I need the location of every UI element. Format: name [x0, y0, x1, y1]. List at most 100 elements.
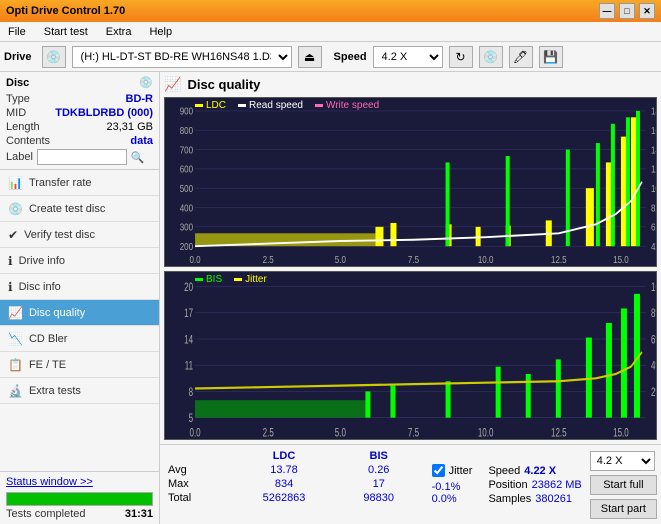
read-speed-legend-label: Read speed — [249, 100, 303, 111]
eject-button[interactable]: ⏏ — [298, 46, 322, 68]
start-part-button[interactable]: Start part — [590, 499, 657, 519]
legend-bis: BIS — [195, 274, 222, 285]
jitter-check-row: Jitter — [432, 464, 473, 477]
svg-text:300: 300 — [180, 222, 193, 233]
panel-icon: 📈 — [164, 76, 181, 93]
jitter-check-label: Jitter — [449, 465, 473, 477]
panel-header: 📈 Disc quality — [164, 76, 657, 93]
svg-text:800: 800 — [180, 125, 193, 136]
window-controls: — □ ✕ — [599, 3, 655, 19]
max-label: Max — [164, 477, 230, 491]
disc-panel: Disc 💿 Type BD-R MID TDKBLDRBD (000) Len… — [0, 72, 159, 170]
svg-text:8: 8 — [189, 386, 194, 399]
minimize-button[interactable]: — — [599, 3, 615, 19]
start-full-button[interactable]: Start full — [590, 475, 657, 495]
nav-drive-info-label: Drive info — [19, 255, 65, 267]
save-button[interactable]: 💾 — [539, 46, 563, 68]
svg-text:17: 17 — [184, 307, 193, 320]
refresh-button[interactable]: ↻ — [449, 46, 473, 68]
jitter-max: 0.0% — [432, 493, 473, 505]
legend-write-speed: Write speed — [315, 100, 379, 111]
svg-text:10%: 10% — [651, 281, 656, 294]
disc-label-icon[interactable]: 🔍 — [131, 151, 145, 164]
menu-file[interactable]: File — [4, 24, 30, 40]
drive-select[interactable]: (H:) HL-DT-ST BD-RE WH16NS48 1.D3 — [72, 46, 292, 68]
drive-btn2[interactable]: 💿 — [479, 46, 503, 68]
svg-text:400: 400 — [180, 202, 193, 213]
svg-text:16X: 16X — [651, 125, 656, 136]
avg-ldc: 13.78 — [230, 463, 338, 477]
nav-verify-test-disc-label: Verify test disc — [24, 229, 95, 241]
nav-items: 📊 Transfer rate 💿 Create test disc ✔ Ver… — [0, 170, 159, 471]
nav-cd-bler-label: CD Bler — [29, 333, 68, 345]
max-ldc: 834 — [230, 477, 338, 491]
disc-mid-label: MID — [6, 107, 26, 119]
svg-text:5.0: 5.0 — [335, 254, 346, 265]
menu-start-test[interactable]: Start test — [40, 24, 92, 40]
drive-icon: 💿 — [42, 46, 66, 68]
nav-create-test-disc-label: Create test disc — [29, 203, 105, 215]
stats-table: LDC BIS Avg 13.78 0.26 Max 834 — [164, 449, 420, 520]
stats-avg-row: Avg 13.78 0.26 — [164, 463, 420, 477]
top-chart-svg: 900 800 700 600 500 400 300 200 18X 16X … — [165, 98, 656, 266]
svg-text:14X: 14X — [651, 144, 656, 155]
disc-type-label: Type — [6, 93, 30, 105]
max-bis: 17 — [338, 477, 420, 491]
svg-text:2.5: 2.5 — [263, 254, 274, 265]
nav-create-test-disc[interactable]: 💿 Create test disc — [0, 196, 159, 222]
nav-disc-info-label: Disc info — [19, 281, 61, 293]
svg-text:5: 5 — [189, 412, 194, 425]
avg-bis: 0.26 — [338, 463, 420, 477]
bis-legend-label: BIS — [206, 274, 222, 285]
transfer-rate-icon: 📊 — [8, 176, 23, 190]
jitter-legend-label: Jitter — [245, 274, 267, 285]
close-button[interactable]: ✕ — [639, 3, 655, 19]
extra-tests-icon: 🔬 — [8, 384, 23, 398]
disc-label-input[interactable] — [37, 149, 127, 165]
drive-btn3[interactable]: 🖊 — [509, 46, 533, 68]
nav-cd-bler[interactable]: 📉 CD Bler — [0, 326, 159, 352]
svg-text:8%: 8% — [651, 307, 656, 320]
svg-text:200: 200 — [180, 241, 193, 252]
nav-transfer-rate[interactable]: 📊 Transfer rate — [0, 170, 159, 196]
total-ldc: 5262863 — [230, 491, 338, 505]
menu-help[interactable]: Help — [145, 24, 176, 40]
jitter-checkbox[interactable] — [432, 464, 445, 477]
speed-select[interactable]: 4.2 X — [373, 46, 443, 68]
bottom-chart: BIS Jitter — [164, 271, 657, 441]
status-time: 31:31 — [125, 508, 153, 520]
nav-drive-info[interactable]: ℹ Drive info — [0, 248, 159, 274]
svg-text:6%: 6% — [651, 334, 656, 347]
legend-jitter: Jitter — [234, 274, 267, 285]
svg-text:11: 11 — [185, 360, 194, 373]
speed-dropdown[interactable]: 4.2 X — [590, 451, 655, 471]
nav-fe-te[interactable]: 📋 FE / TE — [0, 352, 159, 378]
bis-legend-dot — [195, 278, 203, 281]
bottom-chart-legend: BIS Jitter — [195, 274, 267, 285]
svg-text:600: 600 — [180, 164, 193, 175]
jitter-section: Jitter -0.1% 0.0% — [424, 449, 481, 520]
status-text: Tests completed — [6, 508, 85, 520]
nav-verify-test-disc[interactable]: ✔ Verify test disc — [0, 222, 159, 248]
total-label: Total — [164, 491, 230, 505]
status-window-button[interactable]: Status window >> — [6, 476, 93, 488]
menu-extra[interactable]: Extra — [102, 24, 136, 40]
nav-disc-info[interactable]: ℹ Disc info — [0, 274, 159, 300]
svg-text:20: 20 — [184, 281, 193, 294]
charts-container: LDC Read speed Write speed — [164, 97, 657, 440]
nav-disc-quality[interactable]: 📈 Disc quality — [0, 300, 159, 326]
status-bar-fill — [7, 493, 152, 505]
nav-extra-tests[interactable]: 🔬 Extra tests — [0, 378, 159, 404]
disc-label-label: Label — [6, 151, 33, 163]
svg-text:700: 700 — [180, 144, 193, 155]
disc-icon: 💿 — [139, 76, 153, 89]
maximize-button[interactable]: □ — [619, 3, 635, 19]
col-header-ldc: LDC — [230, 449, 338, 463]
svg-text:18X: 18X — [651, 106, 656, 117]
cd-bler-icon: 📉 — [8, 332, 23, 346]
svg-text:6X: 6X — [651, 222, 656, 233]
stats-row: LDC BIS Avg 13.78 0.26 Max 834 — [160, 444, 661, 524]
svg-text:8X: 8X — [651, 202, 656, 213]
disc-contents-row: Contents data — [6, 135, 153, 147]
disc-quality-panel: 📈 Disc quality LDC Read speed — [160, 72, 661, 444]
